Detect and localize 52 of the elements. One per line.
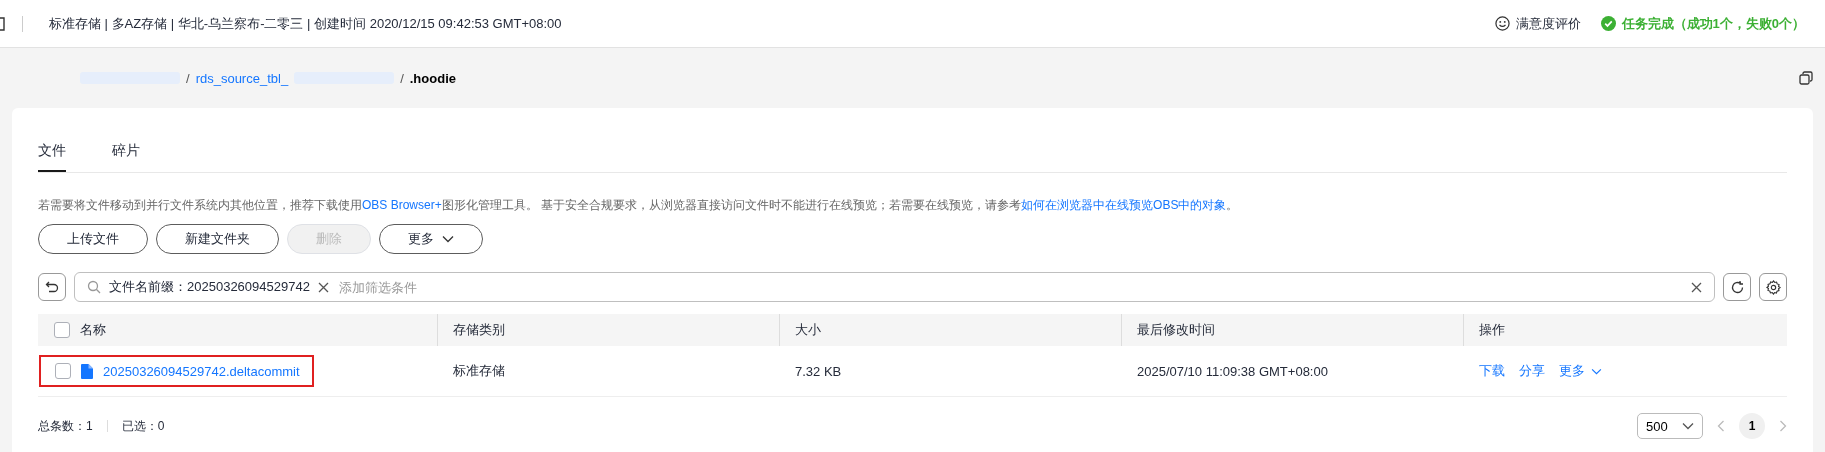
path-separator: / [400, 70, 404, 86]
filter-input[interactable]: 添加筛选条件 [336, 278, 1683, 296]
action-button[interactable]: 上传文件 [38, 224, 148, 254]
column-header: 存储类别 [453, 321, 505, 339]
column-header: 名称 [80, 321, 106, 339]
table-cell: 标准存储 [453, 362, 505, 380]
refresh-icon [1729, 279, 1745, 295]
selected-count: 已选：0 [121, 417, 165, 435]
settings-button[interactable] [1759, 273, 1787, 301]
file-link[interactable]: 20250326094529742.deltacommit [103, 363, 300, 379]
settings-icon [1765, 279, 1781, 295]
back-button[interactable] [38, 273, 66, 301]
more-dropdown[interactable]: 更多 [1559, 362, 1602, 380]
caret-icon [1591, 367, 1602, 375]
column-header: 操作 [1479, 321, 1505, 339]
row-action-link[interactable]: 下载 [1479, 362, 1505, 380]
path-separator: / [186, 70, 190, 86]
caret-icon [1682, 422, 1694, 430]
more-dropdown[interactable]: 更多 [379, 224, 483, 254]
caret-icon [442, 235, 454, 243]
column-header: 大小 [795, 321, 821, 339]
refresh-button[interactable] [1723, 273, 1751, 301]
help-link[interactable]: 如何在浏览器中在线预览OBS中的对象 [1021, 198, 1227, 212]
help-link[interactable]: OBS Browser+ [362, 198, 442, 212]
notice-text: 若需要将文件移动到并行文件系统内其他位置，推荐下载使用OBS Browser+图形化管理工具。 基于安全合规要求，从浏览器直接访问文件时不能进行在线预览；若需要在线预览，请参考如何在浏览器中在线预览OBS中的对象。 [38, 197, 1240, 214]
clear-icon[interactable] [1691, 281, 1702, 293]
row-action-link[interactable]: 分享 [1519, 362, 1545, 380]
file-icon [81, 363, 93, 379]
back-arrow-icon [45, 280, 59, 294]
bucket-info: 标准存储 | 多AZ存储 | 华北-乌兰察布-二零三 | 创建时间 2020/12/15 09:42:53 GMT+08:00 [49, 14, 562, 33]
total-count: 总条数：1 [38, 417, 93, 435]
smiley-icon [1494, 16, 1510, 31]
search-icon [87, 280, 101, 294]
current-folder: .hoodie [409, 70, 456, 86]
page-size-select[interactable]: 500 [1637, 413, 1703, 439]
filter-bar[interactable]: 文件名前缀：20250326094529742 添加筛选条件 [74, 272, 1715, 302]
task-status: 任务完成（成功1个，失败0个） [1621, 14, 1805, 33]
action-button[interactable]: 新建文件夹 [156, 224, 279, 254]
tab[interactable]: 文件 [38, 142, 66, 172]
copy-icon[interactable] [1799, 71, 1813, 85]
page-button[interactable]: 1 [1739, 413, 1765, 439]
row-checkbox[interactable] [55, 363, 71, 379]
breadcrumb-link[interactable]: rds_source_tbl_ [195, 70, 289, 86]
table-cell: 2025/07/10 11:09:38 GMT+08:00 [1137, 363, 1328, 379]
close-icon[interactable] [317, 281, 329, 293]
tab[interactable]: 碎片 [112, 142, 140, 172]
select-all-checkbox[interactable] [54, 322, 70, 338]
filter-tag: 文件名前缀：20250326094529742 [109, 278, 310, 296]
check-circle-icon [1600, 16, 1616, 31]
table-cell: 7.32 KB [795, 363, 842, 379]
column-header: 最后修改时间 [1137, 321, 1215, 339]
feedback-link[interactable]: 满意度评价 [1494, 14, 1581, 33]
